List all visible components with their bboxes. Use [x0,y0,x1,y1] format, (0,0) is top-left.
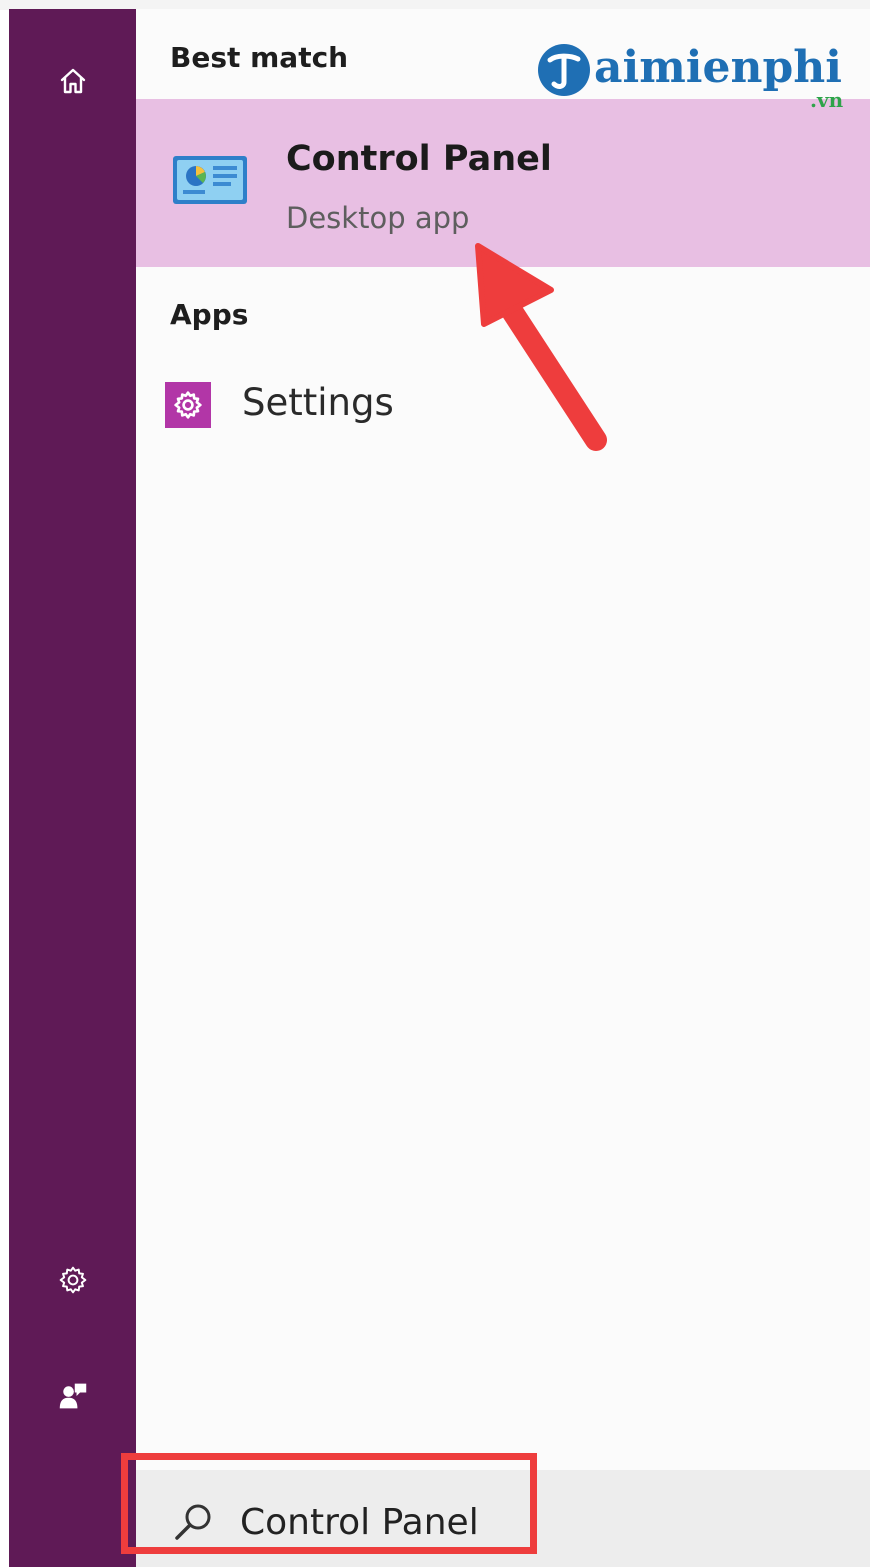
settings-gear-icon [165,382,211,428]
result-subtitle: Desktop app [286,201,470,235]
start-sidebar [9,9,136,1567]
settings-icon[interactable] [58,1265,88,1295]
search-bar[interactable] [136,1470,870,1567]
best-match-result[interactable]: Control Panel Desktop app [136,99,870,267]
logo-domain: .vn [810,88,844,112]
home-icon[interactable] [58,66,88,96]
app-label: Settings [242,381,394,424]
search-input[interactable] [240,1490,840,1554]
feedback-icon[interactable] [58,1381,88,1411]
logo-brand: aimienphi [594,42,842,93]
apps-heading: Apps [170,298,249,331]
logo-mark-icon [538,44,590,96]
start-menu-search: Best match Control Panel Desktop app App… [0,0,870,1567]
search-icon [175,1504,211,1540]
search-results-panel: Best match Control Panel Desktop app App… [136,9,870,1567]
best-match-heading: Best match [170,41,349,74]
result-title: Control Panel [286,139,552,179]
watermark-logo: aimienphi .vn [536,36,866,116]
control-panel-icon [173,156,247,204]
app-result-settings[interactable]: Settings [136,363,870,447]
